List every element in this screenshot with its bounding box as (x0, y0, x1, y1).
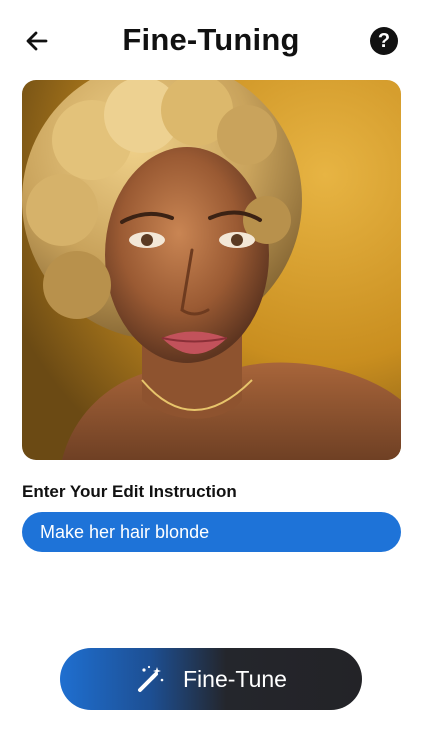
header: Fine-Tuning ? (0, 0, 422, 82)
edit-instruction-label: Enter Your Edit Instruction (22, 482, 237, 501)
page-title: Fine-Tuning (122, 22, 300, 57)
edit-instruction-input[interactable] (22, 512, 401, 552)
fine-tune-button[interactable]: Fine-Tune (60, 648, 362, 710)
portrait-image (22, 80, 401, 460)
question-icon: ? (377, 29, 391, 52)
magic-wand-icon (135, 664, 165, 694)
help-button[interactable]: ? (370, 27, 398, 55)
fine-tune-label: Fine-Tune (183, 665, 287, 692)
